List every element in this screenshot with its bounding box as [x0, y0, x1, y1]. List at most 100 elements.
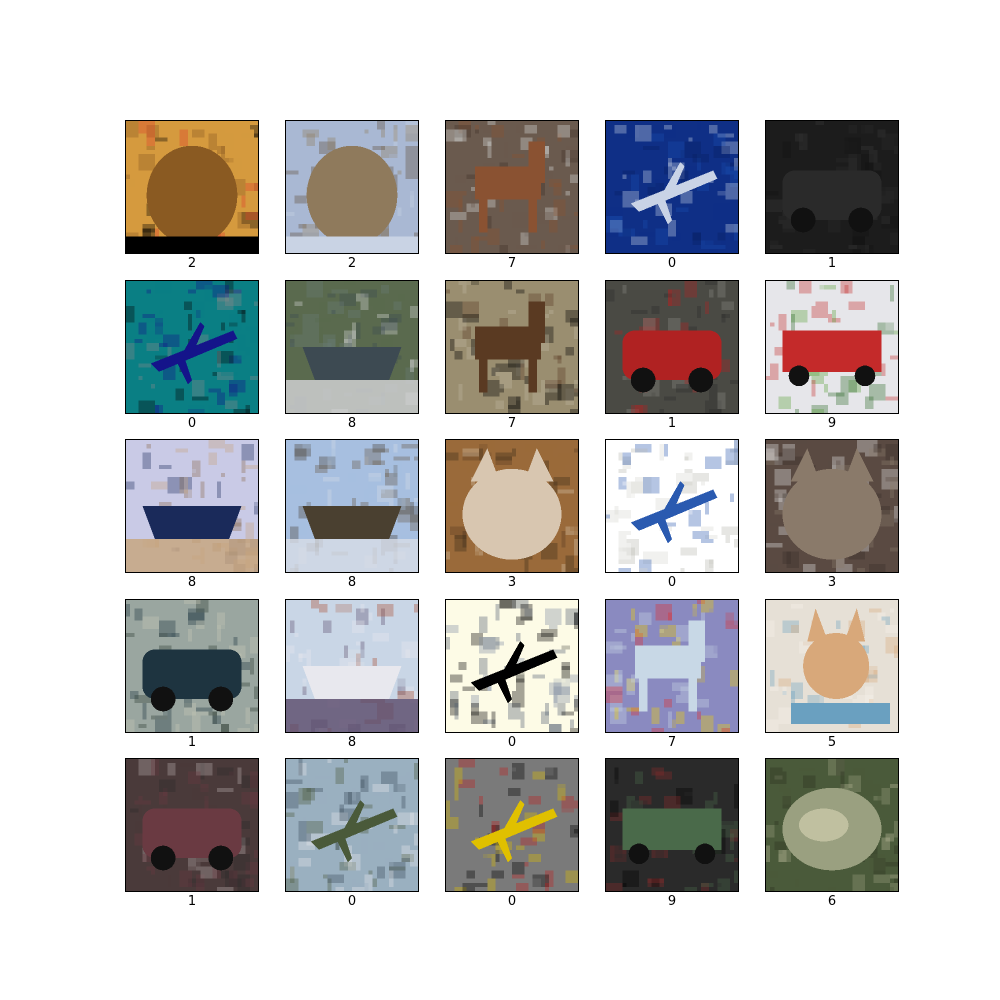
class-label: 7	[667, 734, 677, 750]
image-cell: 7	[445, 279, 579, 439]
thumbnail-dog	[765, 598, 899, 733]
thumbnail-car-tilted	[125, 758, 259, 892]
thumbnail-image	[446, 759, 578, 891]
class-label: 7	[507, 415, 517, 431]
thumbnail-ship	[285, 439, 419, 573]
image-cell: 8	[285, 279, 419, 439]
thumbnail-image	[606, 440, 738, 572]
image-cell: 0	[125, 279, 259, 439]
image-cell: 6	[765, 758, 899, 917]
class-label: 0	[347, 894, 357, 909]
image-cell: 0	[285, 758, 419, 917]
thumbnail-airplane-runway	[285, 758, 419, 892]
class-label: 8	[347, 734, 357, 750]
thumbnail-image	[606, 280, 738, 413]
class-label: 7	[507, 256, 517, 271]
thumbnail-image	[286, 599, 418, 732]
thumbnail-image	[446, 599, 578, 732]
image-cell: 0	[605, 439, 739, 598]
thumbnail-image	[286, 440, 418, 572]
thumbnail-airplane-sky	[605, 120, 739, 254]
thumbnail-image	[606, 759, 738, 891]
class-label: 0	[667, 575, 677, 590]
thumbnail-image	[606, 599, 738, 732]
thumbnail-image	[126, 121, 258, 253]
thumbnail-rooster-head	[125, 120, 259, 254]
thumbnail-horse-rotated	[445, 279, 579, 414]
thumbnail-image	[126, 280, 258, 413]
thumbnail-cat	[765, 439, 899, 573]
image-grid: 2 2 7 0 1 0 8 7 1 9 8 8 3 0 3 1 8 0 7 5 1 0 0 9 6	[125, 120, 899, 918]
class-label: 8	[187, 575, 197, 590]
image-cell: 9	[605, 758, 739, 917]
thumbnail-fire-truck	[765, 279, 899, 414]
class-label: 3	[507, 575, 517, 590]
image-cell: 2	[125, 120, 259, 279]
class-label: 1	[187, 734, 197, 750]
thumbnail-cat-closeup	[445, 439, 579, 573]
class-label: 8	[347, 575, 357, 590]
thumbnail-horse	[445, 120, 579, 254]
thumbnail-inverted-horse	[605, 598, 739, 733]
thumbnail-image	[126, 599, 258, 732]
thumbnail-ship-river	[285, 279, 419, 414]
thumbnail-image	[446, 280, 578, 413]
thumbnail-image	[126, 759, 258, 891]
class-label: 0	[507, 894, 517, 909]
class-label: 0	[667, 256, 677, 271]
thumbnail-image	[766, 440, 898, 572]
image-cell: 0	[445, 598, 579, 758]
class-label: 9	[827, 415, 837, 431]
thumbnail-image	[766, 121, 898, 253]
image-cell: 5	[765, 598, 899, 758]
thumbnail-image	[286, 759, 418, 891]
thumbnail-plane-silhouette-gray	[445, 758, 579, 892]
thumbnail-dark-sedan	[125, 598, 259, 733]
image-cell: 1	[765, 120, 899, 279]
thumbnail-image	[606, 121, 738, 253]
image-cell: 7	[445, 120, 579, 279]
image-cell: 8	[285, 598, 419, 758]
image-cell: 1	[605, 279, 739, 439]
thumbnail-image	[446, 440, 578, 572]
thumbnail-image	[766, 280, 898, 413]
thumbnail-image	[766, 759, 898, 891]
image-cell: 7	[605, 598, 739, 758]
class-label: 0	[187, 415, 197, 431]
thumbnail-plane-silhouette	[445, 598, 579, 733]
thumbnail-blue-black-abstract	[125, 279, 259, 414]
class-label: 5	[827, 734, 837, 750]
thumbnail-dark-car	[765, 120, 899, 254]
thumbnail-frog	[765, 758, 899, 892]
class-label: 2	[187, 256, 197, 271]
thumbnail-speedboat	[285, 598, 419, 733]
class-label: 8	[347, 415, 357, 431]
thumbnail-image	[446, 121, 578, 253]
class-label: 0	[507, 734, 517, 750]
image-cell: 8	[285, 439, 419, 598]
thumbnail-airplane-white	[605, 439, 739, 573]
thumbnail-image	[286, 280, 418, 413]
image-cell: 9	[765, 279, 899, 439]
image-cell: 3	[765, 439, 899, 598]
image-cell: 1	[125, 598, 259, 758]
class-label: 2	[347, 256, 357, 271]
class-label: 9	[667, 894, 677, 909]
thumbnail-ostrich-head	[285, 120, 419, 254]
image-cell: 8	[125, 439, 259, 598]
thumbnail-image	[766, 599, 898, 732]
image-cell: 2	[285, 120, 419, 279]
class-label: 6	[827, 894, 837, 909]
image-cell: 3	[445, 439, 579, 598]
thumbnail-image	[126, 440, 258, 572]
thumbnail-red-van	[605, 279, 739, 414]
class-label: 1	[827, 256, 837, 271]
image-cell: 0	[445, 758, 579, 917]
class-label: 1	[667, 415, 677, 431]
image-cell: 1	[125, 758, 259, 917]
class-label: 1	[187, 894, 197, 909]
image-cell: 0	[605, 120, 739, 279]
thumbnail-ship-upside-down	[125, 439, 259, 573]
thumbnail-truck	[605, 758, 739, 892]
class-label: 3	[827, 575, 837, 590]
